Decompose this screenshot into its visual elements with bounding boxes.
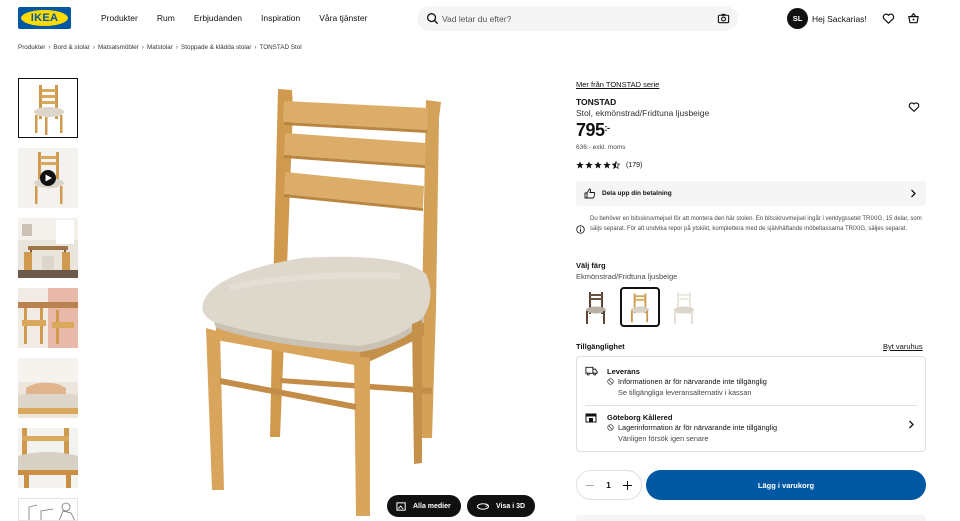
3d-icon (476, 502, 490, 510)
rating[interactable]: (179) (576, 161, 642, 169)
add-to-cart-button[interactable]: Lägg i varukorg (646, 470, 926, 500)
increase-button[interactable] (622, 480, 632, 490)
star-icon (585, 161, 593, 169)
delivery-status: Informationen är för närvarande inte til… (607, 377, 767, 386)
ikea-logo[interactable]: IKEA (18, 7, 71, 29)
logo-text: IKEA (30, 12, 59, 24)
breadcrumb-item[interactable]: Matstolar (147, 44, 173, 51)
thumbnail-chair-video[interactable] (18, 148, 78, 208)
breadcrumb-item[interactable]: Matsalsmöbler (98, 44, 139, 51)
heart-icon[interactable] (908, 101, 920, 113)
gallery-icon (396, 501, 406, 511)
color-swatch-oak-beige[interactable] (620, 287, 660, 327)
assembly-note: Du behöver en bitsskruvmejsel för att mo… (590, 216, 922, 232)
availability-box: Leverans Informationen är för närvarande… (576, 356, 926, 452)
all-media-button[interactable]: Alla medier (387, 495, 461, 517)
cart-icon[interactable] (907, 12, 920, 25)
series-link[interactable]: Mer från TONSTAD serie (576, 80, 659, 89)
truck-icon (585, 366, 598, 376)
thumbnail-dining-room[interactable] (18, 218, 78, 278)
nav-produkter[interactable]: Produkter (101, 13, 138, 23)
nav-inspiration[interactable]: Inspiration (261, 13, 300, 23)
price-ex-vat: 636:- exkl. moms (576, 144, 626, 151)
next-section-bar (576, 515, 926, 521)
delivery-sub: Se tillgängliga leveransalternativ i kas… (618, 388, 752, 397)
star-half-icon (612, 161, 620, 169)
search-icon (427, 13, 439, 25)
product-name: TONSTAD (576, 97, 617, 107)
unavailable-icon (607, 424, 614, 431)
chevron-right-icon: › (141, 44, 144, 51)
breadcrumb-item[interactable]: Stoppade & klädda stolar (181, 44, 251, 51)
nav-tjanster[interactable]: Våra tjänster (319, 13, 367, 23)
chevron-right-icon (911, 189, 916, 198)
store-row[interactable]: Göteborg Kållered Lagerinformation är fö… (577, 406, 925, 452)
user-greeting[interactable]: Hej Sackarias! (812, 14, 867, 24)
breadcrumb-current: TONSTAD Stol (259, 44, 302, 51)
thumbnail-seated-person[interactable] (18, 358, 78, 418)
color-label: Välj färg (576, 261, 606, 270)
search-bar[interactable] (417, 6, 738, 31)
price-value: 795 (576, 120, 605, 140)
store-status-text: Lagerinformation är för närvarande inte … (618, 423, 778, 432)
store-icon (585, 413, 597, 423)
decrease-button[interactable] (586, 484, 594, 486)
quantity-stepper[interactable]: 1 (576, 470, 642, 500)
chevron-right-icon (909, 420, 914, 429)
main-nav: Produkter Rum Erbjudanden Inspiration Vå… (101, 13, 386, 23)
chevron-right-icon: › (254, 44, 257, 51)
thumbnail-assembly-drawing[interactable] (18, 498, 78, 521)
store-sub: Vänligen försök igen senare (618, 434, 709, 443)
breadcrumb: Produkter › Bord & stolar › Matsalsmöbler ›… (18, 44, 302, 51)
avatar[interactable]: SL (787, 8, 808, 29)
nav-rum[interactable]: Rum (157, 13, 175, 23)
thumbnail-seat-detail[interactable] (18, 428, 78, 488)
info-icon (576, 225, 585, 234)
thumbs-up-icon (584, 188, 596, 199)
quantity-value[interactable]: 1 (606, 480, 611, 490)
product-main-image[interactable] (160, 78, 540, 521)
payment-split-bar[interactable]: Dela upp din betalning (576, 181, 926, 206)
view-3d-button[interactable]: Visa i 3D (467, 495, 536, 517)
view-3d-label: Visa i 3D (496, 502, 526, 510)
nav-erbjudanden[interactable]: Erbjudanden (194, 13, 242, 23)
all-media-label: Alla medier (413, 502, 451, 510)
search-input[interactable] (442, 11, 712, 26)
thumbnail-chair-front[interactable] (18, 78, 78, 138)
color-swatch-dark-brown[interactable] (576, 287, 616, 327)
availability-label: Tillgänglighet (576, 342, 625, 351)
chevron-right-icon: › (175, 44, 179, 51)
breadcrumb-item[interactable]: Produkter (18, 44, 45, 51)
color-swatch-white-beige[interactable] (664, 287, 704, 327)
delivery-status-text: Informationen är för närvarande inte til… (618, 377, 767, 386)
chevron-right-icon: › (48, 44, 51, 51)
thumbnail-chairs-at-table[interactable] (18, 288, 78, 348)
store-status: Lagerinformation är för närvarande inte … (607, 423, 777, 432)
price-suffix: :- (604, 123, 611, 133)
star-icon (603, 161, 611, 169)
site-header: IKEA Produkter Rum Erbjudanden Inspirati… (0, 0, 960, 38)
selected-color: Ekmönstrad/Fridtuna ljusbeige (576, 272, 678, 281)
delivery-title: Leverans (607, 367, 640, 376)
camera-icon[interactable] (717, 12, 730, 25)
star-icon (576, 161, 584, 169)
chevron-right-icon: › (92, 44, 95, 51)
review-count: (179) (626, 161, 643, 169)
breadcrumb-item[interactable]: Bord & stolar (53, 44, 89, 51)
product-description: Stol, ekmönstrad/Fridtuna ljusbeige (576, 108, 710, 118)
store-title: Göteborg Kållered (607, 413, 673, 422)
heart-icon[interactable] (882, 12, 895, 25)
rating-stars (576, 161, 620, 169)
payment-label: Dela upp din betalning (602, 190, 672, 197)
price: 795:- (576, 120, 610, 141)
star-icon (594, 161, 602, 169)
unavailable-icon (607, 378, 614, 385)
change-store-link[interactable]: Byt varuhus (883, 342, 923, 351)
